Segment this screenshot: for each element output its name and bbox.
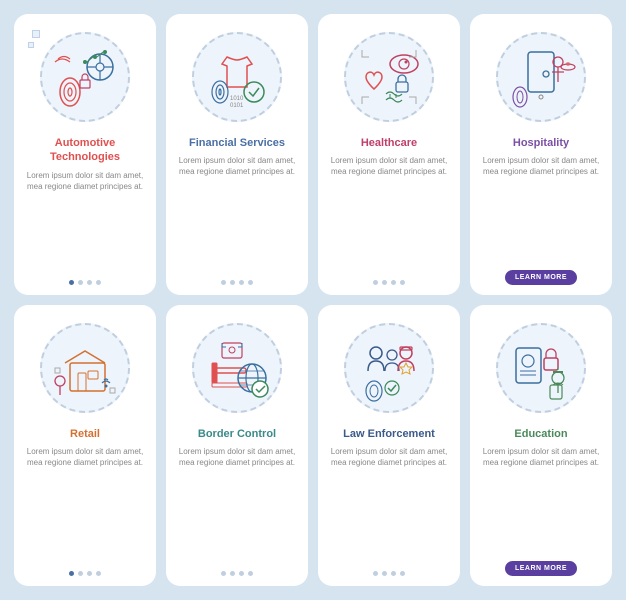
dot: [87, 571, 92, 576]
dot: [400, 280, 405, 285]
dot: [230, 571, 235, 576]
card-icon-area-education: [480, 313, 602, 423]
card-title-law: Law Enforcement: [343, 427, 435, 441]
card-dots-financial: [221, 280, 253, 285]
hospitality-icon: [506, 42, 576, 112]
card-hospitality: Hospitality Lorem ipsum dolor sit dam am…: [470, 14, 612, 295]
card-border: Border Control Lorem ipsum dolor sit dam…: [166, 305, 308, 586]
card-desc-law: Lorem ipsum dolor sit dam amet, mea regi…: [328, 446, 450, 565]
deco-sq: [32, 30, 40, 38]
dot: [69, 280, 74, 285]
dot: [221, 571, 226, 576]
dot: [373, 571, 378, 576]
card-desc-hospitality: Lorem ipsum dolor sit dam amet, mea regi…: [480, 155, 602, 264]
icon-circle-financial: 1010 0101: [192, 32, 282, 122]
retail-icon: [50, 333, 120, 403]
dot: [382, 571, 387, 576]
card-title-hospitality: Hospitality: [513, 136, 569, 150]
learn-more-button-education[interactable]: LEARN MORE: [505, 561, 577, 576]
card-grid: Automotive Technologies Lorem ipsum dolo…: [0, 0, 626, 600]
card-title-border: Border Control: [198, 427, 276, 441]
icon-circle-automotive: [40, 32, 130, 122]
dot: [239, 571, 244, 576]
card-law: Law Enforcement Lorem ipsum dolor sit da…: [318, 305, 460, 586]
healthcare-icon: [354, 42, 424, 112]
financial-icon: 1010 0101: [202, 42, 272, 112]
dot: [400, 571, 405, 576]
card-icon-area-automotive: [24, 22, 146, 132]
dot: [78, 571, 83, 576]
dot: [230, 280, 235, 285]
dot: [87, 280, 92, 285]
icon-circle-law: [344, 323, 434, 413]
automotive-icon: [50, 42, 120, 112]
dot: [248, 571, 253, 576]
card-title-retail: Retail: [70, 427, 100, 441]
card-desc-healthcare: Lorem ipsum dolor sit dam amet, mea regi…: [328, 155, 450, 274]
dot: [239, 280, 244, 285]
law-icon: [354, 333, 424, 403]
dot: [391, 280, 396, 285]
dot: [373, 280, 378, 285]
svg-text:1010: 1010: [230, 96, 244, 102]
card-title-financial: Financial Services: [189, 136, 285, 150]
border-icon: [202, 333, 272, 403]
dot: [221, 280, 226, 285]
card-automotive: Automotive Technologies Lorem ipsum dolo…: [14, 14, 156, 295]
icon-circle-hospitality: [496, 32, 586, 122]
icon-circle-education: [496, 323, 586, 413]
card-icon-area-retail: [24, 313, 146, 423]
card-education: Education Lorem ipsum dolor sit dam amet…: [470, 305, 612, 586]
icon-circle-retail: [40, 323, 130, 413]
card-retail: Retail Lorem ipsum dolor sit dam amet, m…: [14, 305, 156, 586]
card-dots-retail: [69, 571, 101, 576]
card-desc-border: Lorem ipsum dolor sit dam amet, mea regi…: [176, 446, 298, 565]
svg-text:0101: 0101: [230, 103, 244, 109]
card-dots-automotive: [69, 280, 101, 285]
deco-sq: [28, 42, 34, 48]
card-desc-financial: Lorem ipsum dolor sit dam amet, mea regi…: [176, 155, 298, 274]
card-icon-area-healthcare: [328, 22, 450, 132]
education-icon: [506, 333, 576, 403]
dot: [96, 571, 101, 576]
dot: [96, 280, 101, 285]
card-desc-retail: Lorem ipsum dolor sit dam amet, mea regi…: [24, 446, 146, 565]
dot: [69, 571, 74, 576]
card-icon-area-hospitality: [480, 22, 602, 132]
icon-circle-border: [192, 323, 282, 413]
icon-circle-healthcare: [344, 32, 434, 122]
dot: [391, 571, 396, 576]
card-title-healthcare: Healthcare: [361, 136, 417, 150]
card-icon-area-law: [328, 313, 450, 423]
card-financial: 1010 0101 Financial Services Lorem ipsum…: [166, 14, 308, 295]
card-icon-area-border: [176, 313, 298, 423]
card-icon-area-financial: 1010 0101: [176, 22, 298, 132]
dot: [248, 280, 253, 285]
card-healthcare: Healthcare Lorem ipsum dolor sit dam ame…: [318, 14, 460, 295]
card-title-education: Education: [514, 427, 567, 441]
card-dots-healthcare: [373, 280, 405, 285]
card-dots-law: [373, 571, 405, 576]
dot: [78, 280, 83, 285]
card-title-automotive: Automotive Technologies: [24, 136, 146, 165]
card-dots-border: [221, 571, 253, 576]
card-desc-automotive: Lorem ipsum dolor sit dam amet, mea regi…: [24, 170, 146, 274]
card-desc-education: Lorem ipsum dolor sit dam amet, mea regi…: [480, 446, 602, 555]
dot: [382, 280, 387, 285]
learn-more-button-hospitality[interactable]: LEARN MORE: [505, 270, 577, 285]
